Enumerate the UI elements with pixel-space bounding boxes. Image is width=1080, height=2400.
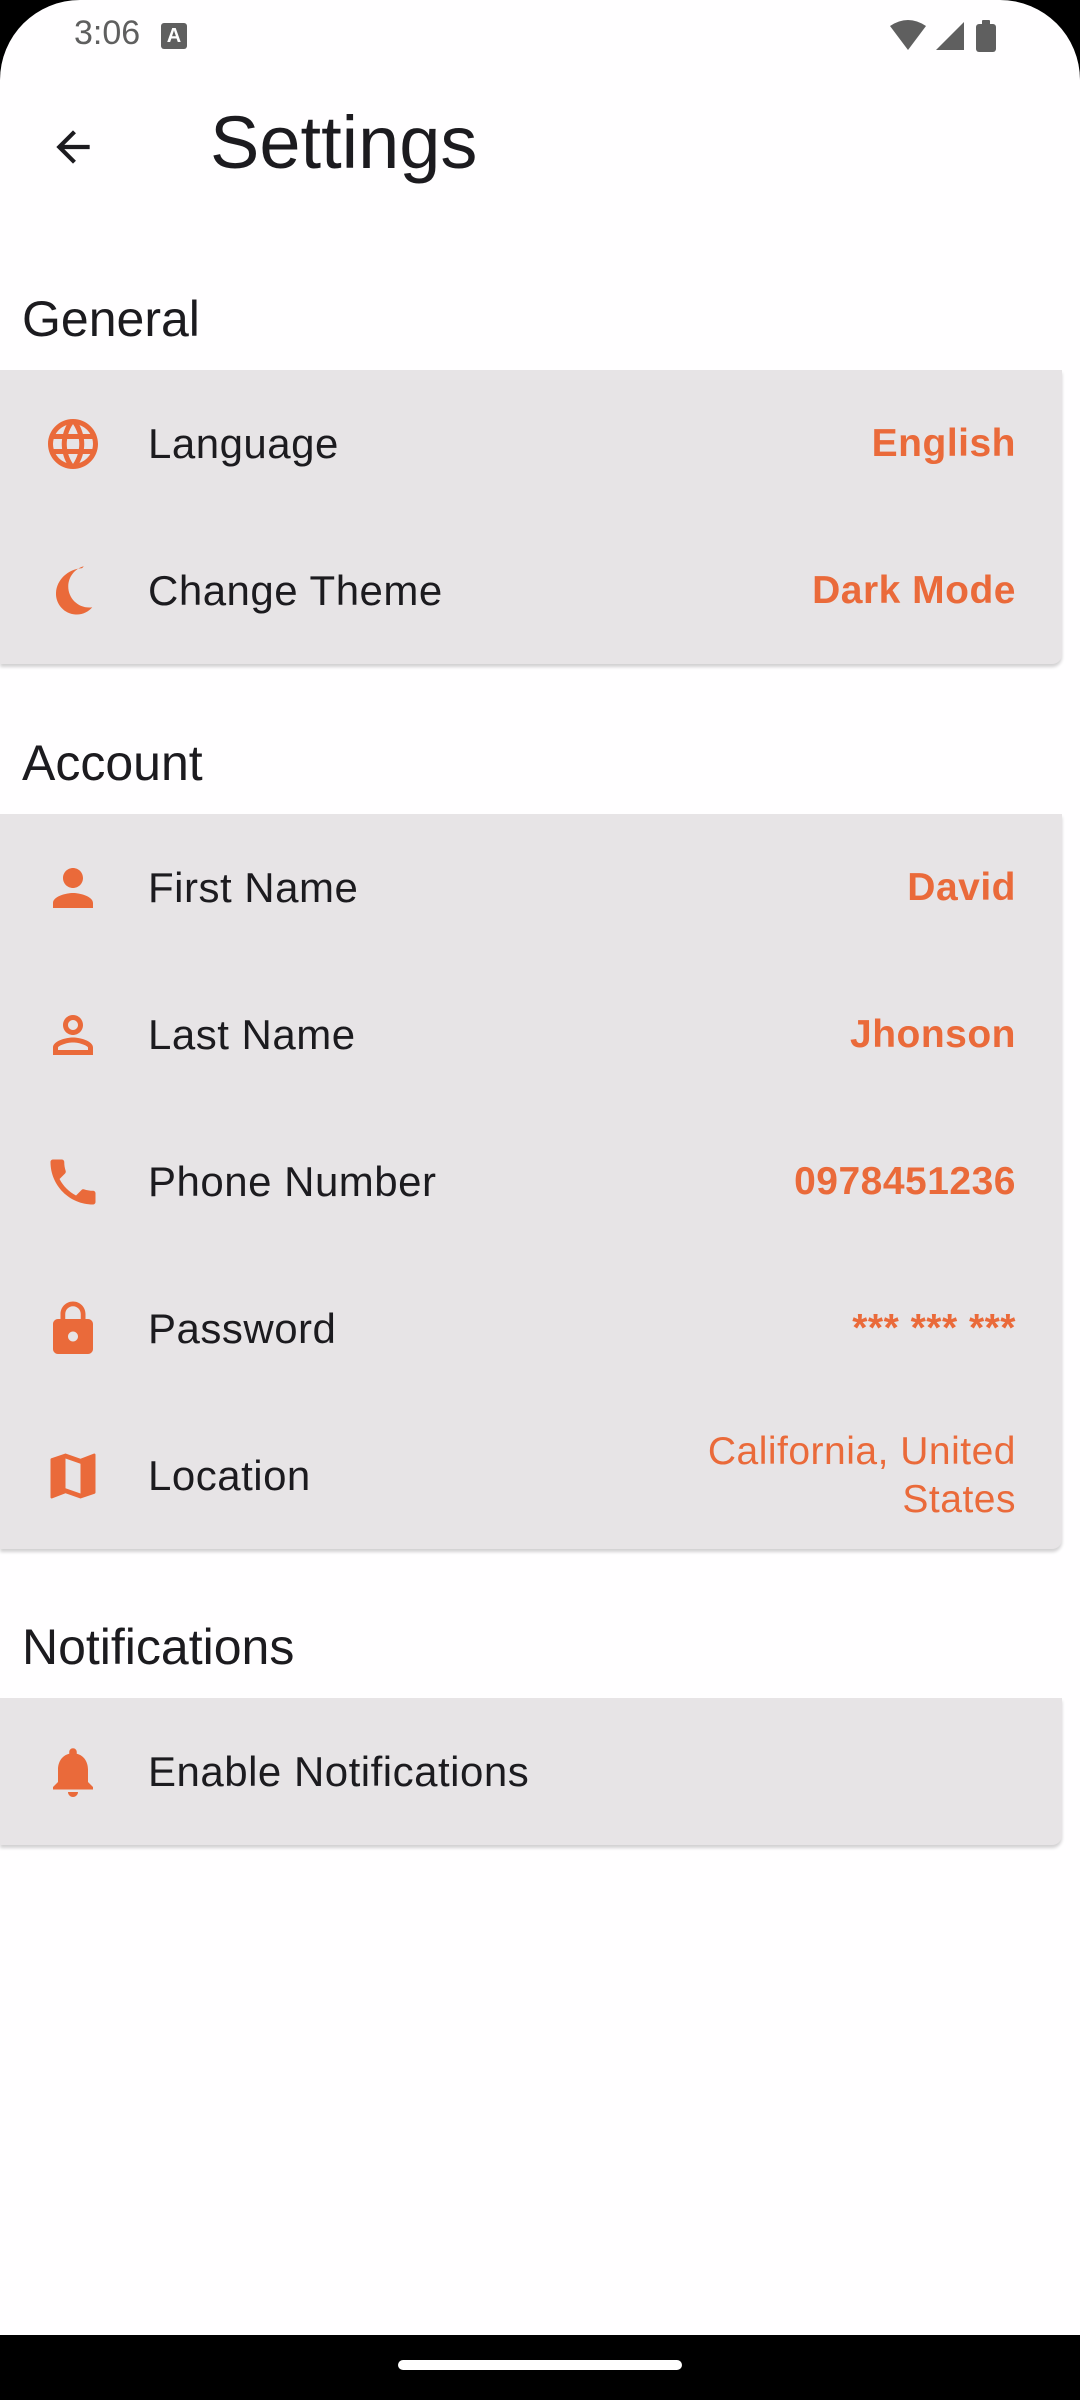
- row-value: 0978451236: [794, 1159, 1016, 1203]
- phone-icon: [42, 1151, 104, 1213]
- section-card-general: Language English Change Theme Dark Mode: [0, 370, 1062, 664]
- moon-icon: [42, 560, 104, 622]
- navigation-bar: [0, 2335, 1080, 2400]
- back-arrow-icon: [56, 130, 90, 164]
- home-gesture-handle[interactable]: [398, 2360, 682, 2370]
- settings-row-enable-notifications[interactable]: Enable Notifications: [0, 1698, 1062, 1845]
- signal-icon: [936, 22, 964, 50]
- wifi-icon: [890, 20, 926, 50]
- map-icon: [42, 1445, 104, 1507]
- status-icons: [890, 20, 996, 52]
- row-label: Password: [148, 1304, 337, 1352]
- status-time: 3:06: [74, 14, 141, 52]
- section-title-notifications: Notifications: [22, 1619, 295, 1675]
- section-card-account: First Name David Last Name Jhonson Phone…: [0, 814, 1062, 1549]
- row-value: *** *** ***: [852, 1306, 1016, 1350]
- row-label: Change Theme: [148, 566, 443, 614]
- row-label: First Name: [148, 863, 359, 911]
- row-value: Jhonson: [850, 1012, 1016, 1056]
- status-bar: 3:06 A: [0, 0, 1080, 72]
- section-title-account: Account: [22, 735, 203, 791]
- notification-badge-icon: A: [161, 23, 187, 49]
- settings-row-last-name[interactable]: Last Name Jhonson: [0, 961, 1062, 1108]
- back-button[interactable]: [33, 107, 113, 187]
- settings-row-phone-number[interactable]: Phone Number 0978451236: [0, 1108, 1062, 1255]
- section-card-notifications: Enable Notifications: [0, 1698, 1062, 1845]
- settings-row-location[interactable]: Location California, United States: [0, 1402, 1062, 1549]
- row-label: Enable Notifications: [148, 1747, 530, 1795]
- person-outline-icon: [42, 1004, 104, 1066]
- row-value: English: [871, 421, 1016, 465]
- screen: 3:06 A Settings General Language English…: [0, 0, 1080, 2400]
- row-value: David: [907, 865, 1016, 909]
- row-value: Dark Mode: [812, 568, 1016, 612]
- row-label: Language: [148, 419, 339, 467]
- row-label: Location: [148, 1451, 311, 1499]
- settings-row-language[interactable]: Language English: [0, 370, 1062, 517]
- row-label: Last Name: [148, 1010, 356, 1058]
- battery-icon: [976, 20, 996, 52]
- row-value: California, United States: [707, 1429, 1016, 1521]
- globe-icon: [42, 413, 104, 475]
- row-label: Phone Number: [148, 1157, 437, 1205]
- bell-icon: [42, 1741, 104, 1803]
- settings-row-first-name[interactable]: First Name David: [0, 814, 1062, 961]
- person-filled-icon: [42, 857, 104, 919]
- page-title: Settings: [210, 101, 478, 184]
- section-title-general: General: [22, 291, 200, 347]
- settings-row-password[interactable]: Password *** *** ***: [0, 1255, 1062, 1402]
- lock-icon: [42, 1298, 104, 1360]
- settings-row-change-theme[interactable]: Change Theme Dark Mode: [0, 517, 1062, 664]
